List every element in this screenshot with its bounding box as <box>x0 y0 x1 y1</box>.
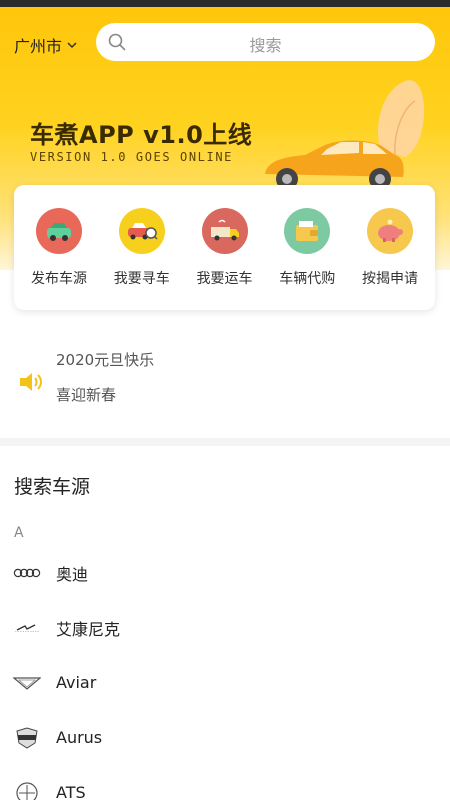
wallet-icon <box>284 208 331 254</box>
menu-label: 按揭申请 <box>362 271 418 287</box>
brand-list: 奥迪 艾康尼克 Aviar Aurus ATS <box>0 545 450 800</box>
audi-logo <box>13 562 41 584</box>
ats-logo <box>13 781 41 800</box>
car-publish-icon <box>36 208 82 254</box>
city-selector[interactable]: 广州市 <box>14 33 78 57</box>
announcement-line-1: 2020元旦快乐 <box>56 351 155 369</box>
announcement[interactable]: 2020元旦快乐 喜迎新春 <box>0 335 450 430</box>
menu-label: 我要寻车 <box>113 271 170 287</box>
brand-name: 奥迪 <box>56 564 89 584</box>
search-input[interactable]: 搜索 <box>96 23 435 61</box>
iconiq-logo <box>13 617 41 639</box>
section-divider <box>0 438 450 446</box>
list-item-ats[interactable]: ATS <box>0 765 450 800</box>
menu-item-purchase[interactable]: 车辆代购 <box>266 185 348 310</box>
menu-item-mortgage[interactable]: 按揭申请 <box>349 185 431 310</box>
brand-name: Aviar <box>56 673 97 692</box>
banner-car-illustration <box>260 80 425 195</box>
city-label: 广州市 <box>14 37 63 56</box>
brand-name: 艾康尼克 <box>56 619 121 639</box>
section-title: 搜索车源 <box>14 476 91 498</box>
list-item-aurus[interactable]: Aurus <box>0 710 450 765</box>
quick-menu: 发布车源 我要寻车 我要运车 车辆代购 按揭申请 <box>14 185 435 310</box>
announcement-line-2: 喜迎新春 <box>56 386 117 404</box>
speaker-icon <box>20 373 42 391</box>
menu-item-find-car[interactable]: 我要寻车 <box>101 185 183 310</box>
menu-label: 发布车源 <box>31 271 87 287</box>
brand-name: ATS <box>56 783 86 800</box>
status-bar <box>0 0 450 7</box>
menu-label: 车辆代购 <box>279 271 336 287</box>
menu-item-publish[interactable]: 发布车源 <box>18 185 100 310</box>
search-placeholder: 搜索 <box>249 36 282 55</box>
chevron-down-icon <box>67 42 77 49</box>
aviar-logo <box>13 672 41 694</box>
brand-name: Aurus <box>56 728 103 747</box>
piggy-bank-icon <box>367 208 413 254</box>
aurus-logo <box>13 726 41 749</box>
banner-title: 车煮APP v1.0上线 <box>30 121 253 149</box>
list-item-audi[interactable]: 奥迪 <box>0 545 450 600</box>
menu-item-ship-car[interactable]: 我要运车 <box>184 185 266 310</box>
banner-subtitle: VERSION 1.0 GOES ONLINE <box>30 150 233 164</box>
truck-icon <box>201 208 248 254</box>
list-item-aviar[interactable]: Aviar <box>0 655 450 710</box>
list-item-iconiq[interactable]: 艾康尼克 <box>0 600 450 655</box>
car-search-icon <box>118 208 165 254</box>
menu-label: 我要运车 <box>196 271 253 287</box>
index-letter: A <box>14 525 24 541</box>
